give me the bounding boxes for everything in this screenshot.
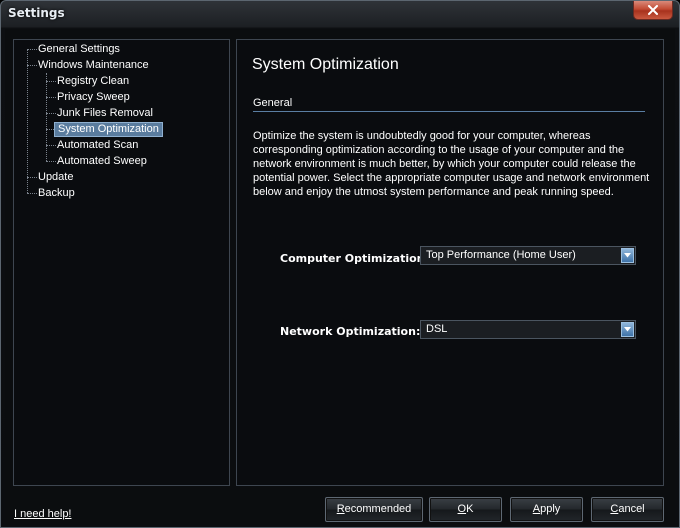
tree-item-automated-scan[interactable]: Automated Scan	[54, 138, 141, 153]
description-text: Optimize the system is undoubtedly good …	[253, 130, 650, 198]
apply-button-mnemonic: A	[532, 503, 541, 515]
tree-item-backup[interactable]: Backup	[35, 186, 78, 201]
title-bar[interactable]: Settings	[1, 1, 679, 27]
recommended-button[interactable]: Recommended	[325, 497, 423, 522]
network-optimization-value: DSL	[426, 323, 448, 335]
computer-optimization-value: Top Performance (Home User)	[426, 249, 576, 261]
chevron-down-icon[interactable]	[621, 248, 634, 263]
network-optimization-label: Network Optimization:	[280, 325, 421, 338]
settings-tree: General Settings Windows Maintenance Reg…	[13, 39, 230, 486]
close-button[interactable]	[633, 1, 673, 20]
tree-item-junk-files-removal[interactable]: Junk Files Removal	[54, 106, 156, 121]
recommended-button-mnemonic: R	[336, 503, 345, 515]
help-link[interactable]: I need help!	[14, 508, 72, 520]
tree-item-update[interactable]: Update	[35, 170, 76, 185]
tree-item-general-settings[interactable]: General Settings	[35, 42, 123, 57]
chevron-down-icon[interactable]	[621, 322, 634, 337]
apply-button[interactable]: Apply	[510, 497, 583, 522]
cancel-button[interactable]: Cancel	[591, 497, 664, 522]
tree-connector	[27, 49, 28, 193]
settings-window: Settings General Settings Windows Mainte…	[0, 0, 680, 528]
tree-item-windows-maintenance[interactable]: Windows Maintenance	[35, 58, 152, 73]
content-panel: System Optimization General Optimize the…	[236, 39, 664, 486]
window-title: Settings	[8, 6, 65, 20]
section-heading: General	[253, 97, 293, 109]
section-divider	[253, 111, 645, 112]
apply-button-label: pply	[540, 503, 561, 515]
settings-body: General Settings Windows Maintenance Reg…	[5, 29, 675, 525]
ok-button[interactable]: OK	[429, 497, 502, 522]
tree-item-privacy-sweep[interactable]: Privacy Sweep	[54, 90, 133, 105]
recommended-button-label: ecommended	[344, 503, 412, 515]
tree-item-registry-clean[interactable]: Registry Clean	[54, 74, 132, 89]
tree-item-automated-sweep[interactable]: Automated Sweep	[54, 154, 150, 169]
tree-item-system-optimization[interactable]: System Optimization	[54, 122, 163, 137]
network-optimization-select[interactable]: DSL	[420, 320, 636, 339]
ok-button-mnemonic: O	[457, 503, 467, 515]
cancel-button-label: ancel	[618, 503, 645, 515]
close-icon	[648, 5, 658, 15]
computer-optimization-label: Computer Optimization:	[280, 252, 429, 265]
ok-button-label: K	[466, 503, 474, 515]
computer-optimization-select[interactable]: Top Performance (Home User)	[420, 246, 636, 265]
tree-connector	[46, 73, 47, 161]
page-title: System Optimization	[252, 56, 399, 73]
